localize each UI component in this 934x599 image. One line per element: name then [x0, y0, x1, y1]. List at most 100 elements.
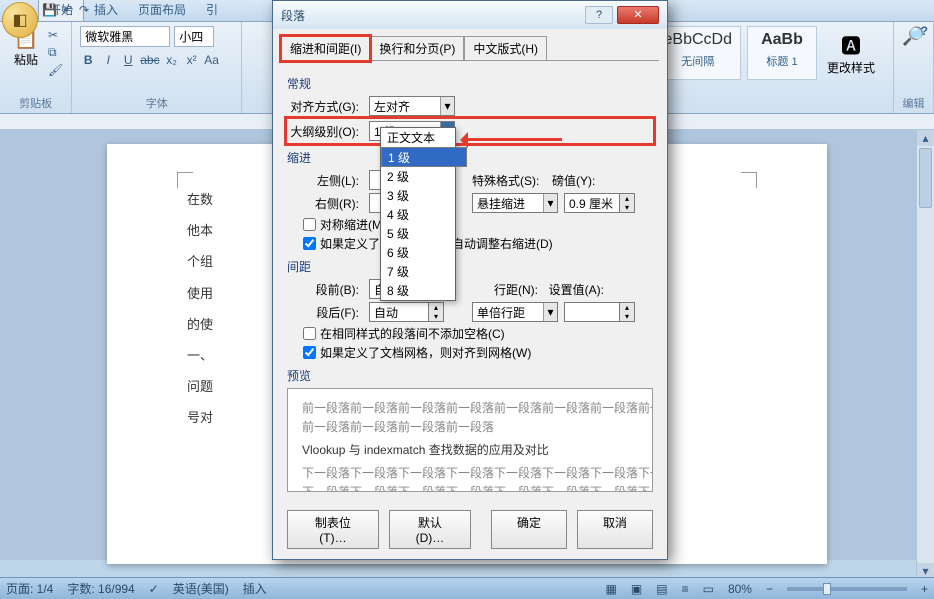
- group-clipboard-label: 剪贴板: [8, 93, 63, 111]
- zoom-in-button[interactable]: +: [921, 582, 928, 596]
- spin-up-icon[interactable]: ▴: [620, 194, 634, 203]
- change-styles-icon: 🅰: [827, 30, 875, 59]
- scroll-up-icon[interactable]: ▴: [917, 130, 934, 146]
- spin-down-icon[interactable]: ▾: [620, 203, 634, 212]
- change-case-button[interactable]: Aa: [204, 53, 220, 67]
- outline-level-dropdown[interactable]: 正文文本 1 级 2 级 3 级 4 级 5 级 6 级 7 级 8 级: [380, 127, 456, 301]
- underline-button[interactable]: U: [120, 53, 136, 67]
- dropdown-item[interactable]: 8 级: [381, 281, 455, 300]
- dropdown-item[interactable]: 正文文本: [381, 128, 455, 147]
- dropdown-item[interactable]: 3 级: [381, 186, 455, 205]
- zoom-slider-thumb[interactable]: [823, 583, 831, 595]
- zoom-slider[interactable]: [787, 587, 907, 591]
- view-web-icon[interactable]: ▤: [656, 582, 667, 596]
- dialog-buttons: 制表位(T)… 默认(D)… 确定 取消: [273, 500, 667, 559]
- dropdown-item[interactable]: 2 级: [381, 167, 455, 186]
- chevron-down-icon: ▾: [543, 194, 557, 212]
- status-bar: 页面: 1/4 字数: 16/994 ✓ 英语(美国) 插入 ▦ ▣ ▤ ≡ ▭…: [0, 577, 934, 599]
- no-space-same-style-checkbox[interactable]: 在相同样式的段落间不添加空格(C): [303, 325, 653, 342]
- vertical-scrollbar[interactable]: ▴ ▾: [916, 130, 934, 579]
- scroll-thumb[interactable]: [919, 148, 932, 208]
- dialog-tabs: 缩进和间距(I) 换行和分页(P) 中文版式(H): [273, 29, 667, 60]
- font-name-select[interactable]: 微软雅黑: [80, 26, 170, 47]
- view-outline-icon[interactable]: ≡: [682, 582, 689, 596]
- zoom-level[interactable]: 80%: [728, 582, 752, 596]
- dialog-titlebar[interactable]: 段落 ? ✕: [273, 1, 667, 29]
- copy-icon[interactable]: ⧉: [48, 45, 63, 60]
- office-button[interactable]: ◧: [2, 2, 38, 38]
- change-styles-button[interactable]: 🅰 更改样式: [823, 26, 879, 80]
- alignment-select[interactable]: 左对齐▾: [369, 96, 455, 116]
- format-painter-icon[interactable]: 🖌: [48, 63, 63, 77]
- special-select[interactable]: 悬挂缩进▾: [472, 193, 558, 213]
- at-input[interactable]: ▴▾: [564, 302, 635, 322]
- group-editing: 🔎 编辑: [894, 22, 934, 113]
- view-fullscreen-icon[interactable]: ▣: [631, 582, 642, 596]
- tabstops-button[interactable]: 制表位(T)…: [287, 510, 379, 549]
- dropdown-item[interactable]: 4 级: [381, 205, 455, 224]
- strike-button[interactable]: abc: [140, 53, 159, 67]
- subscript-button[interactable]: x₂: [164, 53, 180, 67]
- status-language[interactable]: 英语(美国): [173, 580, 229, 597]
- dialog-tab-asian[interactable]: 中文版式(H): [464, 36, 547, 61]
- status-words[interactable]: 字数: 16/994: [67, 580, 134, 597]
- status-page[interactable]: 页面: 1/4: [6, 580, 53, 597]
- outline-level-label: 大纲级别(O):: [287, 123, 363, 140]
- auto-right-indent-checkbox[interactable]: 如果定义了文档网格，则自动调整右缩进(D): [303, 235, 653, 252]
- annotation-arrow: [462, 138, 562, 141]
- help-icon[interactable]: ?: [921, 24, 928, 38]
- mirror-indent-checkbox[interactable]: 对称缩进(M): [303, 216, 653, 233]
- paste-label: 粘贴: [8, 51, 44, 68]
- indent-left-label: 左侧(L):: [287, 172, 363, 189]
- superscript-button[interactable]: x²: [184, 53, 200, 67]
- section-indent: 缩进: [287, 149, 653, 166]
- spin-up-icon[interactable]: ▴: [429, 303, 443, 312]
- style-preview: eBbCcDd: [664, 31, 732, 49]
- alignment-label: 对齐方式(G):: [287, 98, 363, 115]
- style-name: 标题 1: [756, 53, 808, 69]
- qat-redo-icon[interactable]: ↷: [79, 3, 89, 17]
- space-after-input[interactable]: ▴▾: [369, 302, 444, 322]
- zoom-out-button[interactable]: −: [766, 582, 773, 596]
- dialog-close-button[interactable]: ✕: [617, 6, 659, 24]
- view-draft-icon[interactable]: ▭: [703, 582, 714, 596]
- ok-button[interactable]: 确定: [491, 510, 567, 549]
- section-general: 常规: [287, 75, 653, 92]
- cut-icon[interactable]: ✂: [48, 28, 63, 42]
- bold-button[interactable]: B: [80, 53, 96, 67]
- tab-insert[interactable]: 插入: [84, 0, 128, 21]
- spin-up-icon[interactable]: ▴: [620, 303, 634, 312]
- qat-save-icon[interactable]: 💾: [42, 3, 57, 17]
- tab-layout[interactable]: 页面布局: [128, 0, 196, 21]
- line-spacing-select[interactable]: 单倍行距▾: [472, 302, 558, 322]
- by-input[interactable]: ▴▾: [564, 193, 635, 213]
- view-print-layout-icon[interactable]: ▦: [606, 582, 617, 596]
- dialog-tab-linebreak[interactable]: 换行和分页(P): [370, 36, 464, 61]
- section-preview: 预览: [287, 367, 653, 384]
- default-button[interactable]: 默认(D)…: [389, 510, 471, 549]
- status-insert-mode[interactable]: 插入: [243, 580, 267, 597]
- section-spacing: 间距: [287, 258, 653, 275]
- snap-grid-checkbox[interactable]: 如果定义了文档网格，则对齐到网格(W): [303, 344, 653, 361]
- dialog-tab-indent[interactable]: 缩进和间距(I): [281, 36, 370, 61]
- style-tile-heading1[interactable]: AaBb 标题 1: [747, 26, 817, 80]
- dropdown-item-selected[interactable]: 1 级: [381, 147, 467, 167]
- group-font: 微软雅黑 小四 B I U abc x₂ x² Aa 字体: [72, 22, 242, 113]
- status-proofing-icon[interactable]: ✓: [149, 582, 159, 596]
- spin-down-icon[interactable]: ▾: [620, 312, 634, 321]
- margin-corner: [177, 172, 193, 188]
- cancel-button[interactable]: 取消: [577, 510, 653, 549]
- dialog-body: 常规 对齐方式(G): 左对齐▾ 大纲级别(O): 1 级 ▾ 缩进 左侧(L):…: [281, 60, 659, 500]
- dropdown-item[interactable]: 6 级: [381, 243, 455, 262]
- qat-undo-icon[interactable]: ↶: [63, 3, 73, 17]
- dropdown-item[interactable]: 5 级: [381, 224, 455, 243]
- italic-button[interactable]: I: [100, 53, 116, 67]
- font-size-select[interactable]: 小四: [174, 26, 214, 47]
- preview-box: 前一段落前一段落前一段落前一段落前一段落前一段落前一段落前一段落前一段落 前一段…: [287, 388, 653, 492]
- spin-down-icon[interactable]: ▾: [429, 312, 443, 321]
- dropdown-item[interactable]: 7 级: [381, 262, 455, 281]
- dialog-help-button[interactable]: ?: [585, 6, 613, 24]
- space-after-label: 段后(F):: [287, 304, 363, 321]
- by-label: 磅值(Y):: [549, 172, 599, 189]
- tab-references[interactable]: 引: [196, 0, 228, 21]
